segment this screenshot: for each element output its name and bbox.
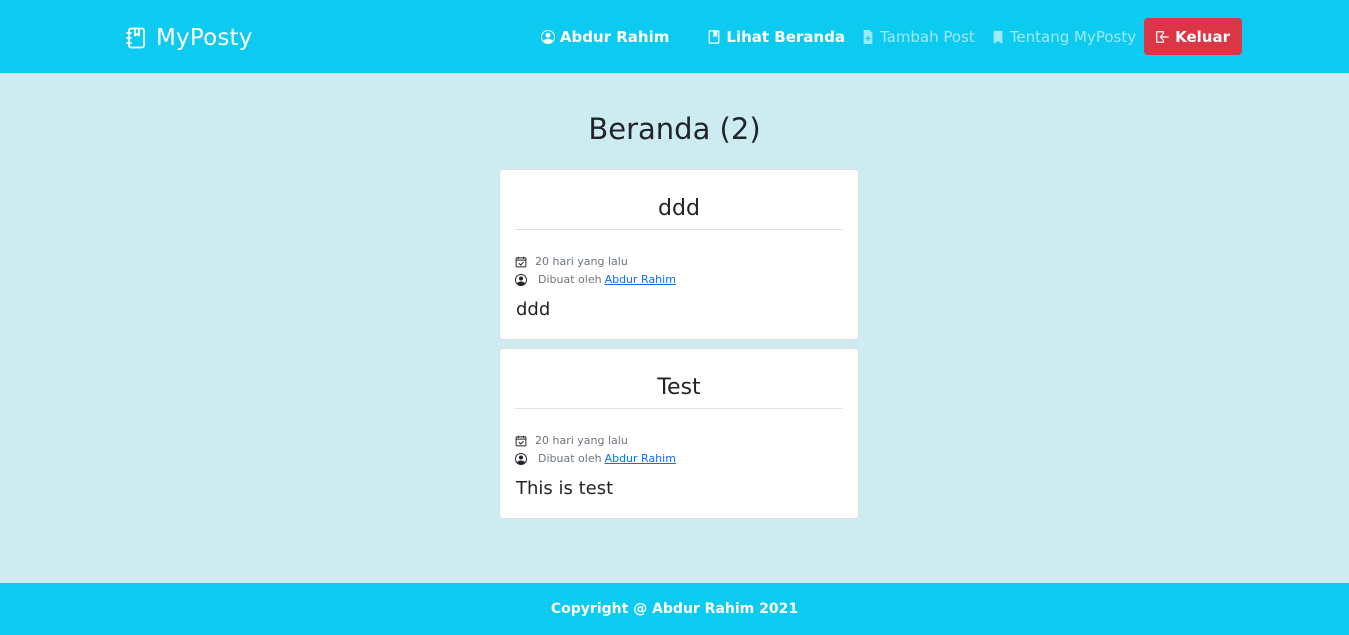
navbar: MyPosty Abdur Rahim Lihat Beranda Tambah… — [0, 0, 1349, 73]
post-author-link[interactable]: Abdur Rahim — [605, 452, 676, 465]
user-circle-icon — [515, 273, 527, 286]
post-date: 20 hari yang lalu — [515, 255, 628, 268]
nav-links: Abdur Rahim Lihat Beranda Tambah Post Te… — [533, 18, 1242, 55]
logout-label: Keluar — [1175, 27, 1230, 46]
nav-tentang-myposty[interactable]: Tentang MyPosty — [983, 18, 1144, 55]
nav-tentang-myposty-label: Tentang MyPosty — [1009, 27, 1137, 46]
calendar-check-icon — [515, 435, 527, 446]
post-date-text: 20 hari yang lalu — [535, 255, 628, 268]
page-title: Beranda (2) — [588, 112, 761, 146]
post-author: Dibuat oleh Abdur Rahim — [515, 452, 676, 465]
footer-copyright: Copyright @ Abdur Rahim 2021 — [550, 601, 799, 617]
logout-button[interactable]: Keluar — [1144, 18, 1242, 55]
brand-name: MyPosty — [156, 25, 253, 51]
post-body: This is test — [516, 478, 614, 499]
post-card: Test 20 hari yang lalu Dibuat oleh Abdur… — [499, 348, 859, 519]
post-author-prefix: Dibuat oleh — [538, 452, 602, 465]
post-body: ddd — [516, 299, 551, 320]
nav-tambah-post[interactable]: Tambah Post — [853, 18, 983, 55]
user-circle-icon — [540, 29, 555, 44]
footer: Copyright @ Abdur Rahim 2021 — [0, 583, 1349, 635]
post-author-link[interactable]: Abdur Rahim — [605, 273, 676, 286]
post-title: ddd — [515, 196, 843, 230]
post-date: 20 hari yang lalu — [515, 434, 628, 447]
file-plus-icon — [863, 29, 873, 44]
nav-lihat-beranda[interactable]: Lihat Beranda — [699, 18, 853, 55]
calendar-check-icon — [515, 256, 527, 267]
bookmark-icon — [993, 30, 1003, 44]
post-title: Test — [515, 375, 843, 409]
post-card: ddd 20 hari yang lalu Dibuat oleh Abdur … — [499, 169, 859, 340]
user-circle-icon — [515, 452, 527, 465]
nav-lihat-beranda-label: Lihat Beranda — [726, 27, 845, 46]
notebook-icon — [126, 27, 145, 49]
post-author-prefix: Dibuat oleh — [538, 273, 602, 286]
nav-tambah-post-label: Tambah Post — [879, 27, 975, 46]
post-author: Dibuat oleh Abdur Rahim — [515, 273, 676, 286]
book-icon — [708, 29, 720, 44]
post-date-text: 20 hari yang lalu — [535, 434, 628, 447]
nav-user-name: Abdur Rahim — [559, 27, 670, 46]
brand-link[interactable]: MyPosty — [124, 24, 253, 52]
logout-icon — [1156, 30, 1169, 43]
nav-user-profile[interactable]: Abdur Rahim — [533, 18, 678, 55]
